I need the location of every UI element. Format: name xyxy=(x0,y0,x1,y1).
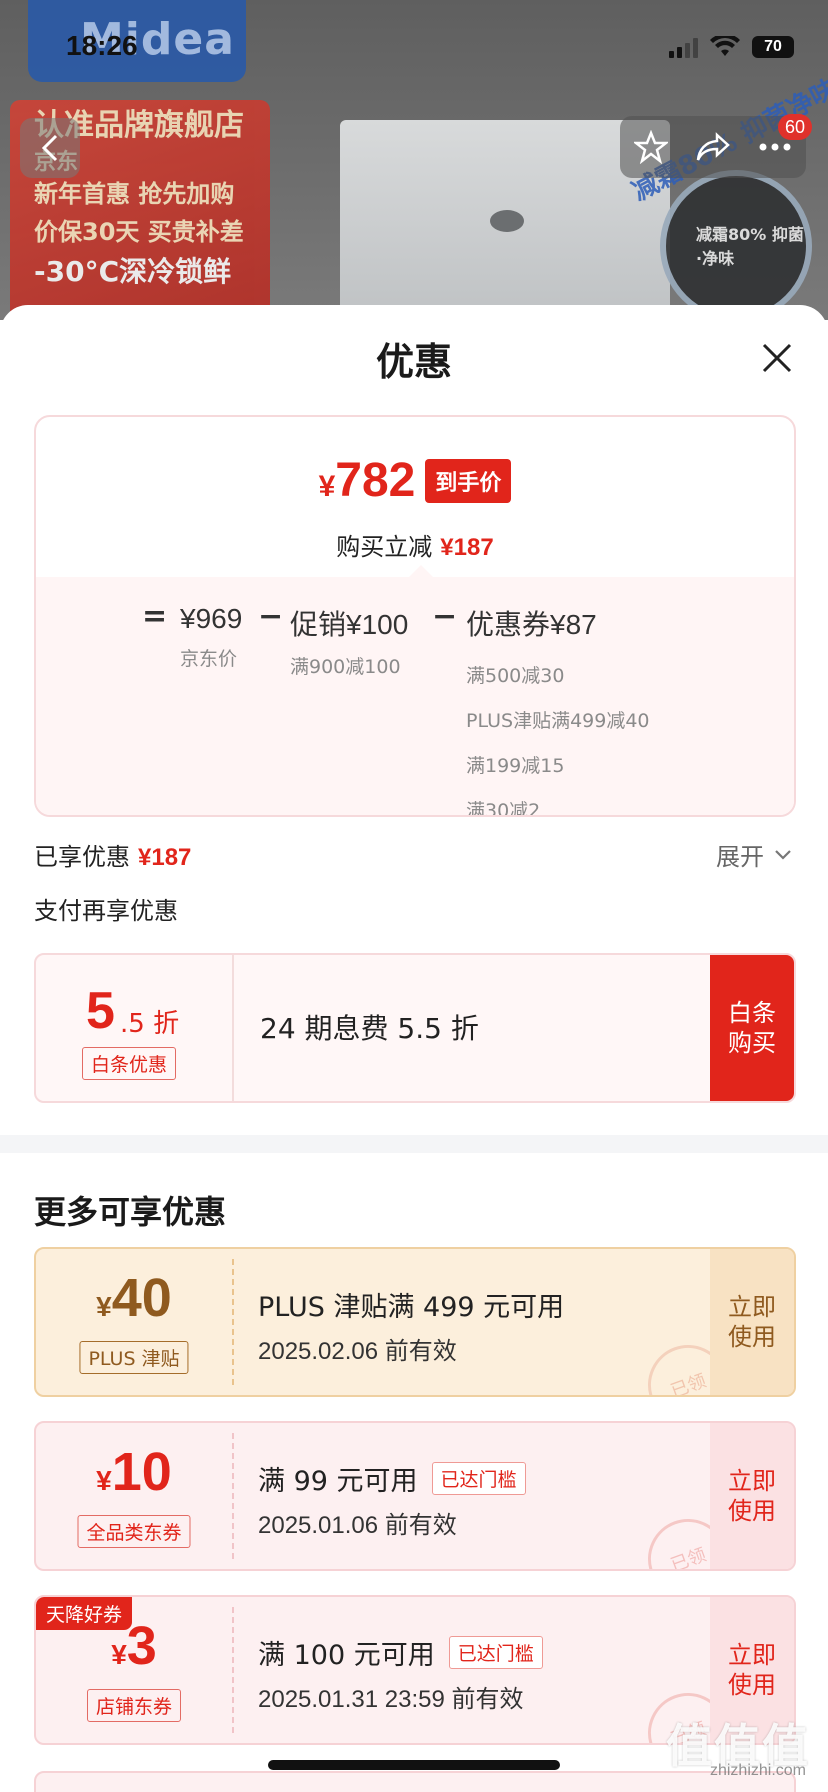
status-time: 18:26 xyxy=(66,30,138,61)
discount-sheet: 优惠 ¥782 到手价 购买立减 ¥187 = ¥969 京东价 − 促销¥100… xyxy=(0,305,828,1792)
feature-badge-text: 减霜80% 抑菌·净味 xyxy=(696,225,804,268)
promo-amount: 促销¥100 xyxy=(290,609,409,640)
coupon-amount: 40 xyxy=(111,1268,172,1328)
baitiao-buy-label: 白条 购买 xyxy=(728,999,776,1057)
coupon-amount: 10 xyxy=(111,1442,172,1502)
baitiao-chip: 白条优惠 xyxy=(82,1047,177,1080)
coupon-ribbon: 天降好券 xyxy=(36,1597,133,1630)
coupon-detail: 满30减2 xyxy=(466,800,541,817)
watermark-url: zhizhizhi.com xyxy=(709,1762,806,1779)
use-now-label: 立即 使用 xyxy=(728,1641,776,1699)
price-breakdown-card: ¥782 到手价 购买立减 ¥187 = ¥969 京东价 − 促销¥100 满9… xyxy=(34,415,796,817)
currency-symbol: ¥ xyxy=(318,470,336,503)
threshold-met-tag: 已达门槛 xyxy=(431,1462,526,1495)
coupon-expiry: 2025.01.31 23:59 前有效 xyxy=(258,1686,524,1713)
price-formula: = ¥969 京东价 − 促销¥100 满900减100 − 优惠券¥87 满5… xyxy=(36,599,794,815)
pay-discount-title: 支付再享优惠 xyxy=(34,897,178,925)
status-icons: 70 xyxy=(669,36,794,58)
promo-detail: 满900减100 xyxy=(290,656,401,678)
coupon-condition: PLUS 津贴满 499 元可用 xyxy=(258,1292,565,1323)
sheet-title: 优惠 xyxy=(375,340,452,384)
baitiao-desc: 24 期息费 5.5 折 xyxy=(260,1012,479,1045)
coupon-type-chip: 全品类东券 xyxy=(77,1515,191,1548)
banner-line: -30°C深冷锁鲜 xyxy=(34,255,232,288)
section-divider xyxy=(0,1135,828,1153)
feature-badge: 减霜80% 抑菌·净味 xyxy=(660,170,812,320)
minus-sign: − xyxy=(258,599,284,634)
banner-line: 价保30天 买贵补差 xyxy=(34,218,244,246)
back-button[interactable] xyxy=(20,118,80,178)
enjoyed-label: 已享优惠 xyxy=(34,843,130,871)
close-icon[interactable] xyxy=(760,341,794,375)
home-indicator[interactable] xyxy=(268,1760,560,1770)
wifi-icon xyxy=(710,36,740,56)
enjoyed-value: ¥187 xyxy=(138,844,192,871)
currency-symbol: ¥ xyxy=(96,1291,112,1322)
enjoyed-discount: 已享优惠 ¥187 xyxy=(34,837,191,872)
equals-sign: = xyxy=(142,599,168,634)
jd-price-label: 京东价 xyxy=(180,648,238,670)
use-now-label: 立即 使用 xyxy=(728,1467,776,1525)
final-price-tag: 到手价 xyxy=(425,458,512,503)
star-icon[interactable] xyxy=(633,130,668,164)
currency-symbol: ¥ xyxy=(111,1639,127,1670)
baitiao-offer-card[interactable]: 5 .5 折 白条优惠 24 期息费 5.5 折 白条 购买 xyxy=(34,953,796,1103)
back-icon xyxy=(41,134,58,162)
chevron-down-icon xyxy=(775,849,791,860)
jd-price-column: ¥969 京东价 xyxy=(180,603,242,669)
coupon-condition: 满 99 元可用 xyxy=(258,1466,418,1497)
expand-button[interactable]: 展开 xyxy=(716,837,792,872)
saving-value: ¥187 xyxy=(440,534,494,561)
use-now-label: 立即 使用 xyxy=(728,1293,776,1351)
coupon-detail-list: 满500减30 PLUS津贴满499减40 满199减15 满30减2 xyxy=(466,661,650,817)
baitiao-buy-button[interactable]: 白条 购买 xyxy=(710,955,794,1101)
expand-label: 展开 xyxy=(716,843,764,871)
share-icon[interactable] xyxy=(695,131,731,163)
coupon-expiry: 2025.02.06 前有效 xyxy=(258,1338,457,1365)
currency-symbol: ¥ xyxy=(96,1465,112,1496)
final-price-value: 782 xyxy=(335,454,416,507)
use-now-button[interactable]: 立即 使用 xyxy=(710,1423,794,1569)
promo-column: 促销¥100 满900减100 xyxy=(290,603,408,677)
coupon-card: ¥40 PLUS 津贴 PLUS 津贴满 499 元可用 2025.02.06 … xyxy=(34,1247,796,1397)
coupon-detail: PLUS津贴满499减40 xyxy=(466,710,650,732)
saving-line: 购买立减 ¥187 xyxy=(36,527,794,562)
minus-sign: − xyxy=(432,599,458,634)
baitiao-rate-small: .5 折 xyxy=(120,1009,180,1039)
battery-indicator: 70 xyxy=(752,36,794,58)
coupon-type-chip: 店铺东券 xyxy=(86,1689,182,1722)
baitiao-rate-big: 5 xyxy=(86,982,115,1040)
final-price: ¥782 到手价 xyxy=(36,453,794,508)
saving-label: 购买立减 xyxy=(336,533,433,561)
threshold-met-tag: 已达门槛 xyxy=(448,1636,543,1669)
banner-line: 新年首惠 抢先加购 xyxy=(34,180,235,208)
coupon-column: 优惠券¥87 满500减30 PLUS津贴满499减40 满199减15 满30… xyxy=(466,603,650,817)
more-icon[interactable] xyxy=(758,142,792,152)
jd-price: ¥969 xyxy=(180,603,243,634)
cart-count-badge: 60 xyxy=(778,114,812,140)
coupon-detail: 满199减15 xyxy=(466,755,565,777)
coupon-expiry: 2025.01.06 前有效 xyxy=(258,1512,457,1539)
coupon-card: ¥10 全品类东券 满 99 元可用 已达门槛 2025.01.06 前有效 已领… xyxy=(34,1421,796,1571)
coupon-type-chip: PLUS 津贴 xyxy=(79,1341,189,1374)
signal-icon xyxy=(669,36,698,58)
more-offers-title: 更多可享优惠 xyxy=(34,1193,227,1231)
coupon-condition: 满 100 元可用 xyxy=(258,1640,435,1671)
coupon-detail: 满500减30 xyxy=(466,665,565,687)
coupon-amount: 优惠券¥87 xyxy=(466,609,597,640)
use-now-button[interactable]: 立即 使用 xyxy=(710,1249,794,1395)
